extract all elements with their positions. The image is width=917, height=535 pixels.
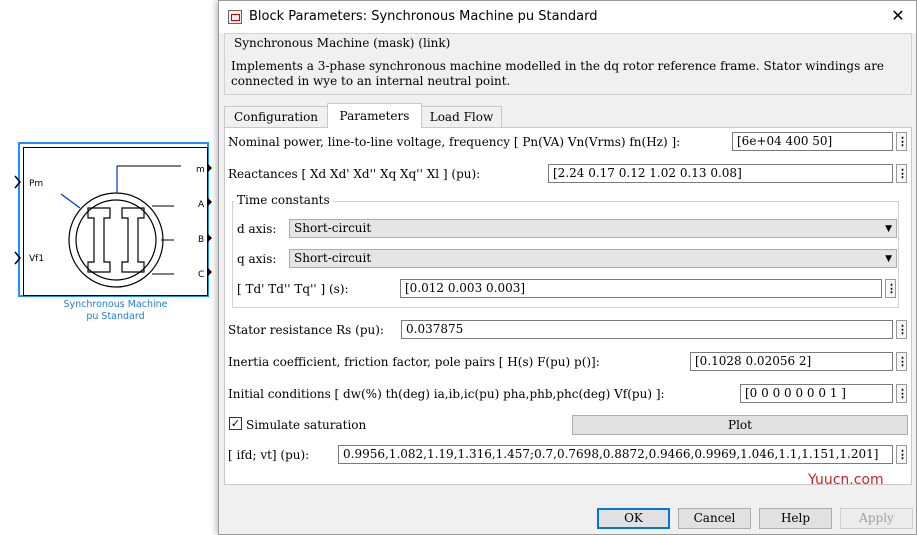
watermark: Yuucn.com: [808, 472, 884, 488]
plot-button[interactable]: Plot: [572, 415, 908, 435]
port-label-c: C: [198, 270, 205, 280]
block-caption-line2: pu Standard: [86, 311, 145, 322]
tab-configuration[interactable]: Configuration: [224, 106, 328, 127]
stator-resistance-field[interactable]: 0.037875: [401, 320, 893, 339]
close-button[interactable]: ✕: [888, 6, 908, 26]
chevron-down-icon: ▼: [885, 224, 892, 234]
apply-button[interactable]: Apply: [840, 508, 913, 529]
machine-symbol-icon: [60, 165, 181, 288]
d-axis-select[interactable]: Short-circuit ▼: [289, 219, 897, 238]
ifd-more-button[interactable]: ⋮: [896, 445, 908, 464]
ifd-vt-field[interactable]: 0.9956,1.082,1.19,1.316,1.457;0.7,0.7698…: [338, 445, 893, 464]
synchronous-machine-block[interactable]: Pm Vf1 m A B C: [14, 142, 213, 302]
simulate-saturation-label: Simulate saturation: [246, 418, 367, 432]
dialog-title: Block Parameters: Synchronous Machine pu…: [249, 9, 598, 24]
tc-values-field[interactable]: [0.012 0.003 0.003]: [400, 279, 882, 298]
nominal-label: Nominal power, line-to-line voltage, fre…: [228, 135, 681, 149]
tab-parameters[interactable]: Parameters: [327, 103, 422, 128]
port-label-m: m: [196, 165, 205, 175]
mask-title: Synchronous Machine (mask) (link): [231, 36, 454, 50]
input-port-arrows-icon: [14, 175, 21, 265]
tc-values-label: [ Td' Td'' Tq'' ] (s):: [237, 282, 349, 296]
nominal-more-button[interactable]: ⋮: [896, 132, 908, 151]
help-button[interactable]: Help: [759, 508, 832, 529]
chevron-down-icon: ▼: [885, 254, 892, 264]
tab-load-flow[interactable]: Load Flow: [421, 106, 502, 127]
d-axis-label: d axis:: [237, 222, 277, 236]
block-body: Pm Vf1 m A B C: [23, 147, 208, 296]
stator-resistance-label: Stator resistance Rs (pu):: [228, 323, 384, 337]
port-label-a: A: [198, 200, 205, 210]
q-axis-select[interactable]: Short-circuit ▼: [289, 249, 897, 268]
block-caption: Synchronous Machine pu Standard: [18, 299, 213, 323]
port-label-b: B: [198, 235, 205, 245]
nominal-field[interactable]: [6e+04 400 50]: [732, 132, 893, 151]
d-axis-value: Short-circuit: [294, 221, 372, 235]
initial-more-button[interactable]: ⋮: [896, 384, 908, 403]
tc-more-button[interactable]: ⋮: [885, 279, 897, 298]
simulink-app-icon: [228, 10, 242, 24]
ifd-vt-label: [ ifd; vt] (pu):: [228, 448, 310, 462]
stator-more-button[interactable]: ⋮: [896, 320, 908, 339]
q-axis-value: Short-circuit: [294, 251, 372, 265]
port-label-vf: Vf1: [29, 254, 45, 264]
block-selection-frame: Pm Vf1 m A B C: [18, 142, 209, 297]
reactances-more-button[interactable]: ⋮: [896, 164, 908, 183]
mask-description: Implements a 3-phase synchronous machine…: [231, 59, 885, 88]
initial-conditions-label: Initial conditions [ dw(%) th(deg) ia,ib…: [228, 387, 665, 401]
time-constants-title: Time constants: [234, 193, 333, 207]
reactances-field[interactable]: [2.24 0.17 0.12 1.02 0.13 0.08]: [548, 164, 893, 183]
reactances-label: Reactances [ Xd Xd' Xd'' Xq Xq'' Xl ] (p…: [228, 167, 481, 181]
port-label-pm: Pm: [29, 179, 44, 189]
ok-button[interactable]: OK: [597, 508, 670, 529]
block-parameters-dialog: Block Parameters: Synchronous Machine pu…: [218, 0, 917, 535]
inertia-label: Inertia coefficient, friction factor, po…: [228, 355, 600, 369]
inertia-more-button[interactable]: ⋮: [896, 352, 908, 371]
q-axis-label: q axis:: [237, 252, 277, 266]
inertia-field[interactable]: [0.1028 0.02056 2]: [690, 352, 893, 371]
block-caption-line1: Synchronous Machine: [63, 299, 168, 310]
title-bar[interactable]: Block Parameters: Synchronous Machine pu…: [219, 1, 916, 33]
cancel-button[interactable]: Cancel: [678, 508, 751, 529]
initial-conditions-field[interactable]: [0 0 0 0 0 0 0 1 ]: [740, 384, 893, 403]
simulate-saturation-checkbox[interactable]: ✓: [229, 417, 242, 430]
output-port-arrows-icon: [208, 164, 212, 276]
